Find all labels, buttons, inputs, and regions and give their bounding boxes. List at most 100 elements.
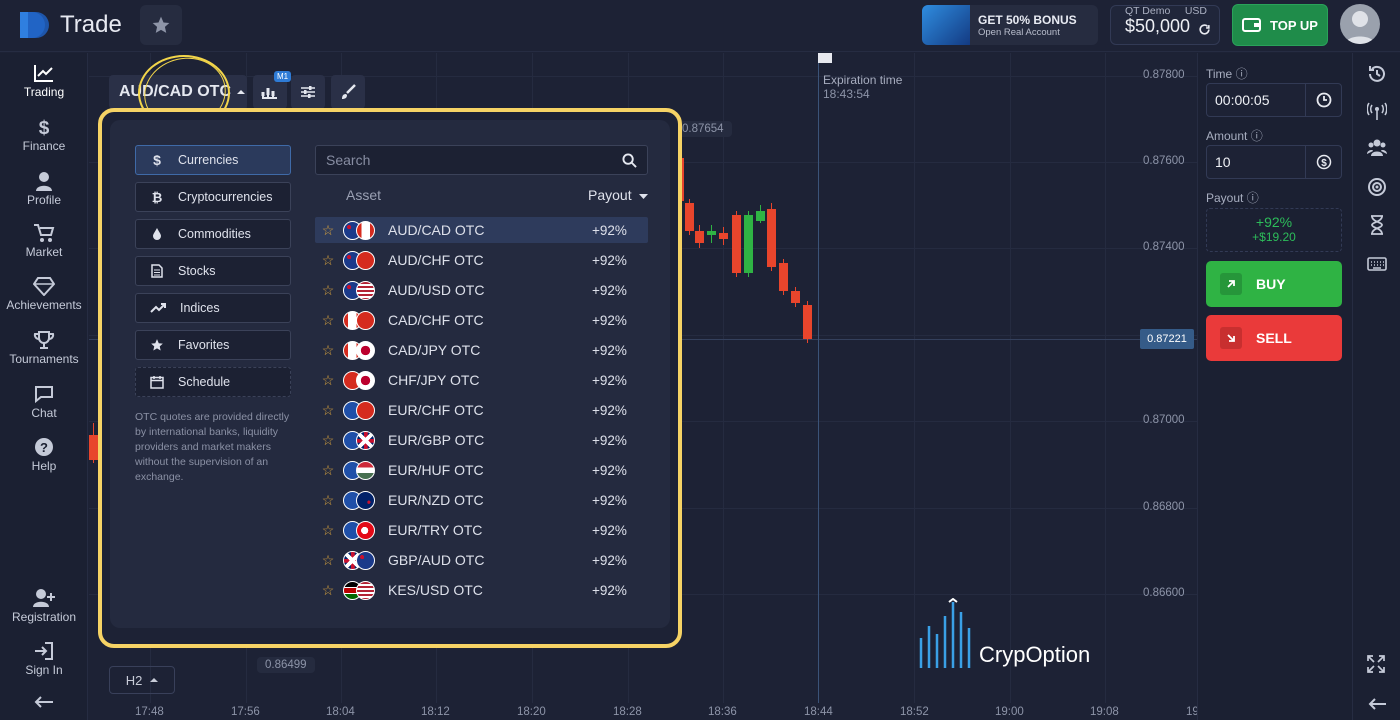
star-icon[interactable]: ☆: [315, 372, 341, 389]
flag-icon: [356, 311, 375, 330]
star-icon[interactable]: ☆: [315, 522, 341, 539]
arrow-left-icon[interactable]: [1367, 697, 1387, 711]
avatar[interactable]: [1340, 4, 1380, 44]
target-icon[interactable]: [1367, 177, 1387, 197]
pair-selector[interactable]: AUD/CAD OTC: [109, 75, 247, 109]
sidebar-item-help[interactable]: ? Help: [0, 437, 88, 473]
history-icon[interactable]: [1367, 64, 1387, 84]
asset-payout: +92%: [592, 582, 627, 598]
watermark: CrypOption: [919, 598, 1090, 668]
asset-row[interactable]: ☆ EUR/NZD OTC +92%: [315, 487, 648, 513]
category-schedule[interactable]: Schedule: [135, 367, 291, 397]
hourglass-icon[interactable]: [1367, 215, 1387, 235]
buy-button[interactable]: BUY: [1206, 261, 1342, 307]
star-icon[interactable]: ☆: [315, 252, 341, 269]
category-cryptocurrencies[interactable]: ₿ Cryptocurrencies: [135, 182, 291, 212]
star-icon[interactable]: ☆: [315, 462, 341, 479]
asset-row[interactable]: ☆ AUD/CAD OTC +92%: [315, 217, 648, 243]
price-tick: 0.87400: [1143, 241, 1185, 253]
info-icon[interactable]: ⓘ: [1247, 191, 1259, 205]
drawing-tools-button[interactable]: [331, 75, 365, 109]
asset-payout: +92%: [592, 252, 627, 268]
star-icon[interactable]: ☆: [315, 492, 341, 509]
clock-icon[interactable]: [1305, 84, 1341, 116]
asset-row[interactable]: ☆ KES/USD OTC +92%: [315, 577, 648, 603]
time-tick: 18:12: [421, 706, 450, 718]
star-icon[interactable]: ☆: [315, 312, 341, 329]
sidebar-item-tournaments[interactable]: Tournaments: [0, 330, 88, 366]
low-price-label: 0.86499: [257, 657, 315, 673]
sidebar-item-chat[interactable]: Chat: [0, 384, 88, 420]
info-icon[interactable]: ⓘ: [1251, 129, 1263, 143]
column-header-payout[interactable]: Payout: [588, 187, 649, 203]
asset-row[interactable]: ☆ CAD/JPY OTC +92%: [315, 337, 648, 363]
keyboard-icon[interactable]: [1367, 256, 1387, 272]
account-switcher[interactable]: QT Demo USD $50,000: [1110, 5, 1220, 45]
sidebar-item-market[interactable]: Market: [0, 223, 88, 259]
star-icon[interactable]: ☆: [315, 432, 341, 449]
signal-icon[interactable]: [1367, 101, 1387, 121]
otc-disclaimer: OTC quotes are provided directly by inte…: [135, 411, 290, 483]
category-currencies[interactable]: $ Currencies: [135, 145, 291, 175]
star-icon[interactable]: ☆: [315, 582, 341, 599]
time-tick: 18:04: [326, 706, 355, 718]
asset-row[interactable]: ☆ EUR/HUF OTC +92%: [315, 457, 648, 483]
sidebar-item-achievements[interactable]: Achievements: [0, 276, 88, 312]
sidebar-item-finance[interactable]: $ Finance: [0, 117, 88, 153]
asset-payout: +92%: [592, 372, 627, 388]
indicators-button[interactable]: [291, 75, 325, 109]
timeframe-label: H2: [125, 672, 143, 688]
collapse-sidebar-button[interactable]: [0, 694, 88, 712]
fullscreen-icon[interactable]: [1367, 655, 1385, 673]
sign-in-icon: [35, 642, 53, 660]
svg-text:$: $: [39, 118, 50, 137]
category-commodities[interactable]: Commodities: [135, 219, 291, 249]
asset-row[interactable]: ☆ EUR/TRY OTC +92%: [315, 517, 648, 543]
asset-row[interactable]: ☆ AUD/USD OTC +92%: [315, 277, 648, 303]
favorites-button[interactable]: [140, 5, 182, 45]
flag-icon: [356, 221, 375, 240]
category-favorites[interactable]: Favorites: [135, 330, 291, 360]
asset-row[interactable]: ☆ EUR/CHF OTC +92%: [315, 397, 648, 423]
bonus-title: GET 50% BONUS: [978, 12, 1077, 27]
asset-payout: +92%: [592, 552, 627, 568]
flag-icon: [356, 281, 375, 300]
asset-row[interactable]: ☆ EUR/GBP OTC +92%: [315, 427, 648, 453]
sidebar-item-registration[interactable]: Registration: [0, 588, 88, 624]
star-icon[interactable]: ☆: [315, 552, 341, 569]
bonus-banner[interactable]: GET 50% BONUS Open Real Account: [922, 5, 1098, 45]
flags: [341, 579, 385, 601]
asset-row[interactable]: ☆ CHF/JPY OTC +92%: [315, 367, 648, 393]
refresh-icon[interactable]: [1198, 23, 1211, 36]
category-indices[interactable]: Indices: [135, 293, 291, 323]
price-tick: 0.87000: [1143, 414, 1185, 426]
users-icon[interactable]: [1367, 137, 1387, 157]
sidebar-item-label: Finance: [22, 139, 66, 153]
top-up-button[interactable]: TOP UP: [1232, 4, 1328, 46]
info-icon[interactable]: ⓘ: [1236, 67, 1248, 81]
star-icon[interactable]: ☆: [315, 222, 341, 239]
sell-button[interactable]: SELL: [1206, 315, 1342, 361]
category-stocks[interactable]: Stocks: [135, 256, 291, 286]
sidebar-item-sign-in[interactable]: Sign In: [0, 641, 88, 677]
asset-payout: +92%: [592, 312, 627, 328]
sidebar-item-trading[interactable]: Trading: [0, 63, 88, 99]
flags: [341, 519, 385, 541]
star-icon[interactable]: ☆: [315, 282, 341, 299]
asset-name: EUR/GBP OTC: [388, 432, 485, 448]
payout-amount: +$19.20: [1252, 230, 1296, 244]
asset-row[interactable]: ☆ AUD/CHF OTC +92%: [315, 247, 648, 273]
dollar-circle-icon[interactable]: $: [1305, 146, 1341, 178]
time-input[interactable]: 00:00:05: [1206, 83, 1342, 117]
asset-search-input[interactable]: Search: [315, 145, 648, 175]
star-icon[interactable]: ☆: [315, 342, 341, 359]
star-icon[interactable]: ☆: [315, 402, 341, 419]
asset-row[interactable]: ☆ CAD/CHF OTC +92%: [315, 307, 648, 333]
asset-row[interactable]: ☆ GBP/AUD OTC +92%: [315, 547, 648, 573]
amount-input[interactable]: 10 $: [1206, 145, 1342, 179]
sidebar-item-profile[interactable]: Profile: [0, 171, 88, 207]
asset-name: EUR/CHF OTC: [388, 402, 484, 418]
timeframe-selector[interactable]: H2: [109, 666, 175, 694]
logo[interactable]: Trade: [18, 10, 122, 40]
search-icon[interactable]: [622, 153, 637, 168]
